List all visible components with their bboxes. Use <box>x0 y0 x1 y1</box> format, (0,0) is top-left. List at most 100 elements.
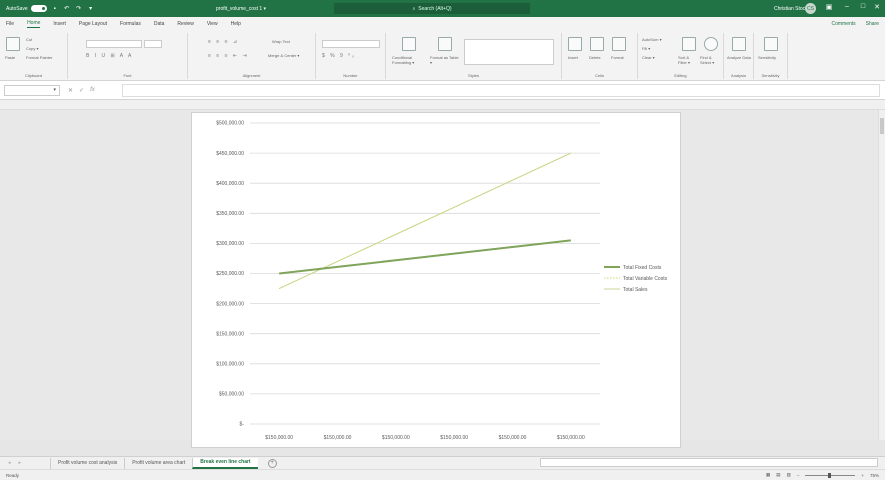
page-layout-view-icon[interactable]: ▤ <box>776 472 780 478</box>
font-group-label: Font <box>123 73 132 78</box>
font-size-select[interactable] <box>144 40 162 48</box>
tab-data[interactable]: Data <box>154 21 165 27</box>
vertical-scrollbar[interactable] <box>878 110 885 440</box>
format-as-table-button[interactable]: Format as Table ▾ <box>430 55 460 65</box>
tab-help[interactable]: Help <box>231 21 241 27</box>
autosave-toggle[interactable]: AutoSave <box>6 5 47 12</box>
zoom-slider[interactable] <box>805 472 856 478</box>
number-format-select[interactable] <box>322 40 380 48</box>
name-box[interactable]: ▾ <box>4 84 60 96</box>
tab-page-layout[interactable]: Page Layout <box>79 21 107 27</box>
paste-icon[interactable] <box>6 37 20 51</box>
search-icon: ⌕ <box>412 5 416 12</box>
sort-filter-button[interactable]: Sort & Filter ▾ <box>678 55 698 65</box>
y-tick-label: $50,000.00 <box>219 392 244 398</box>
number-format-buttons[interactable]: $ % 9 ⁰₀ <box>322 53 356 59</box>
break-even-line-chart[interactable]: $- $50,000.00 $100,000.00 $150,000.00 $200,0… <box>191 112 681 448</box>
zoom-slider-thumb[interactable] <box>828 472 832 478</box>
alignment-bottom-buttons[interactable]: ≡ ≡ ≡ ⇤ ⇥ <box>208 53 249 59</box>
cell-styles-gallery[interactable] <box>464 39 554 65</box>
delete-cells-button[interactable]: Delete <box>589 55 601 60</box>
formula-input[interactable] <box>122 84 880 97</box>
add-sheet-button[interactable]: + <box>267 458 277 468</box>
format-painter-button[interactable]: Format Painter <box>26 55 52 60</box>
analyze-data-button[interactable]: Analyze Data <box>727 55 753 60</box>
status-bar: Ready ▦ ▤ ▥ – + 75% <box>0 469 885 480</box>
normal-view-icon[interactable]: ▦ <box>766 472 770 478</box>
customize-qat-icon[interactable]: ▾ <box>87 5 95 13</box>
ribbon: Paste Cut Copy ▾ Format Painter Clipboar… <box>0 31 885 81</box>
format-cells-icon[interactable] <box>612 37 626 51</box>
autosave-switch[interactable] <box>30 5 47 12</box>
font-format-buttons[interactable]: B I U ⊞ A A <box>86 53 133 59</box>
delete-cells-icon[interactable] <box>590 37 604 51</box>
tab-view[interactable]: View <box>207 21 218 27</box>
find-select-button[interactable]: Find & Select ▾ <box>700 55 722 65</box>
tab-formulas[interactable]: Formulas <box>120 21 141 27</box>
ribbon-display-options-icon[interactable]: ▣ <box>822 3 836 11</box>
format-cells-button[interactable]: Format <box>611 55 624 60</box>
alignment-top-buttons[interactable]: ≡ ≡ ≡ ⊿ <box>208 39 239 45</box>
horizontal-scrollbar[interactable] <box>540 458 878 467</box>
cells-group-label: Cells <box>595 73 604 78</box>
fill-button[interactable]: Fill ▾ <box>642 46 650 51</box>
conditional-formatting-button[interactable]: Conditional Formatting ▾ <box>392 55 428 65</box>
clear-button[interactable]: Clear ▾ <box>642 55 655 60</box>
zoom-out-icon[interactable]: – <box>797 473 800 478</box>
user-name[interactable]: Christian Stock <box>774 6 808 12</box>
find-select-icon[interactable] <box>704 37 718 51</box>
sheet-tab-pv-area-chart[interactable]: Profit volume area chart <box>124 457 192 469</box>
redo-icon[interactable]: ↷ <box>75 5 83 13</box>
y-tick-label: $200,000.00 <box>216 301 244 307</box>
avatar[interactable]: CS <box>805 3 816 14</box>
insert-cells-button[interactable]: Insert <box>568 55 578 60</box>
ribbon-tabs: File Home Insert Page Layout Formulas Da… <box>0 17 885 31</box>
autosum-button[interactable]: AutoSum ▾ <box>642 37 662 42</box>
save-icon[interactable]: ▪ <box>51 5 59 13</box>
paste-button[interactable]: Paste <box>5 55 15 60</box>
autosave-label: AutoSave <box>6 5 28 12</box>
sensitivity-button[interactable]: Sensitivity <box>758 55 776 60</box>
merge-center-button[interactable]: Merge & Center ▾ <box>268 53 299 58</box>
wrap-text-button[interactable]: Wrap Text <box>272 39 290 44</box>
cells-group: Insert Delete Format Cells <box>562 33 638 79</box>
comments-button[interactable]: Comments <box>831 21 855 27</box>
next-sheet-icon[interactable]: ▸ <box>19 460 22 466</box>
tab-home[interactable]: Home <box>27 20 41 28</box>
document-title[interactable]: profit_volume_cost 1 ▾ <box>216 6 266 12</box>
vertical-scroll-thumb[interactable] <box>880 118 884 134</box>
minimize-button[interactable]: – <box>840 3 854 10</box>
confirm-entry-icon[interactable]: ✓ <box>79 87 84 94</box>
sheet-tab-break-even-line-chart[interactable]: Break even line chart <box>192 457 258 469</box>
analyze-data-icon[interactable] <box>732 37 746 51</box>
search-box[interactable]: ⌕ Search (Alt+Q) <box>334 3 530 14</box>
sensitivity-icon[interactable] <box>764 37 778 51</box>
tab-insert[interactable]: Insert <box>53 21 66 27</box>
insert-function-icon[interactable]: fx <box>90 87 95 94</box>
sheet-tab-pv-analysis[interactable]: Profit volume cost analysis <box>50 457 124 469</box>
search-placeholder: Search (Alt+Q) <box>418 5 452 12</box>
y-tick-label: $400,000.00 <box>216 181 244 187</box>
cut-button[interactable]: Cut <box>26 37 32 42</box>
cancel-entry-icon[interactable]: ✕ <box>68 87 73 94</box>
tab-review[interactable]: Review <box>177 21 193 27</box>
prev-sheet-icon[interactable]: ◂ <box>8 460 11 466</box>
tab-file[interactable]: File <box>6 21 14 27</box>
conditional-formatting-icon[interactable] <box>402 37 416 51</box>
y-tick-label: $500,000.00 <box>216 121 244 127</box>
format-as-table-icon[interactable] <box>438 37 452 51</box>
zoom-level[interactable]: 75% <box>870 473 879 478</box>
y-tick-label: $300,000.00 <box>216 241 244 247</box>
undo-icon[interactable]: ↶ <box>63 5 71 13</box>
sort-filter-icon[interactable] <box>682 37 696 51</box>
maximize-button[interactable]: □ <box>856 3 870 10</box>
analysis-group-label: Analysis <box>731 73 746 78</box>
close-button[interactable]: ✕ <box>870 3 884 11</box>
font-name-select[interactable] <box>86 40 142 48</box>
page-break-view-icon[interactable]: ▥ <box>787 472 791 478</box>
zoom-in-icon[interactable]: + <box>861 473 864 478</box>
share-button[interactable]: Share <box>866 21 879 27</box>
copy-button[interactable]: Copy ▾ <box>26 46 38 51</box>
formula-bar: ▾ ✕ ✓ fx <box>0 81 885 100</box>
insert-cells-icon[interactable] <box>568 37 582 51</box>
